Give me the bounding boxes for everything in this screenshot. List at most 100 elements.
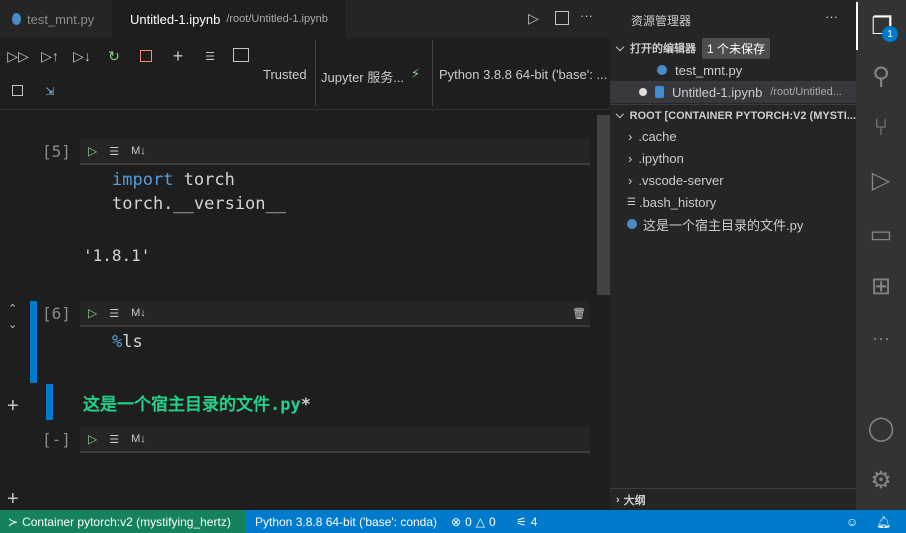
search-icon[interactable]: ⚲ <box>856 52 906 100</box>
move-down-icon[interactable]: ⌄ <box>8 318 17 331</box>
explorer-badge: 1 <box>882 26 898 42</box>
chevron-right-icon: › <box>628 150 633 166</box>
run-by-line-icon[interactable]: ☰ <box>109 433 119 446</box>
code-line[interactable]: torch.__version__ <box>112 194 286 214</box>
account-icon[interactable]: ◯ <box>856 404 906 452</box>
item-label: Untitled-1.ipynb <box>672 84 763 100</box>
cell-toolbar: ▷ ☰ M↓ 🗑 <box>80 301 590 327</box>
unsaved-dot-icon[interactable] <box>639 88 647 96</box>
python-file-icon <box>657 65 667 75</box>
split-editor-icon[interactable] <box>555 11 569 25</box>
run-all-icon[interactable]: ▷▷ <box>7 47 29 65</box>
tab-untitled-ipynb[interactable]: Untitled-1.ipynb /root/Untitled-1.ipynb <box>112 0 345 38</box>
tab-label: test_mnt.py <box>27 11 95 27</box>
open-editor-item[interactable]: Untitled-1.ipynb /root/Untitled... <box>610 81 856 103</box>
run-cell-icon[interactable]: ▷ <box>88 144 97 158</box>
execution-count: [6] <box>42 304 71 323</box>
item-path: /root/Untitled... <box>770 86 842 98</box>
tree-item[interactable]: › .cache <box>610 125 856 147</box>
save-icon[interactable] <box>12 85 23 96</box>
scrollbar[interactable] <box>597 115 610 295</box>
run-by-line-icon[interactable]: ☰ <box>109 145 119 158</box>
problems-indicator[interactable]: ⊗ 0 △ 0 <box>443 510 504 533</box>
markdown-toggle[interactable]: M↓ <box>131 433 146 445</box>
identifier: torch <box>183 170 235 190</box>
clear-outputs-icon[interactable]: ☰ <box>201 47 219 65</box>
more-actions-icon[interactable]: ··· <box>825 9 838 24</box>
output-selection-bar <box>46 384 53 420</box>
tree-item[interactable]: 这是一个宿主目录的文件.py <box>610 213 856 235</box>
run-cell-icon[interactable]: ▷ <box>88 432 97 446</box>
ports-indicator[interactable]: ⚟ 4 <box>508 510 545 533</box>
magic-prefix: % <box>112 332 123 352</box>
error-count: 0 <box>465 514 472 529</box>
open-editors-header[interactable]: ⌵ 打开的编辑器 1 个未保存 <box>610 37 856 59</box>
source-control-icon[interactable]: ⑂ <box>856 104 906 152</box>
python-interpreter[interactable]: Python 3.8.8 64-bit ('base': conda) <box>247 510 445 533</box>
remote-indicator[interactable]: ≻ Container pytorch:v2 (mystifying_hertz) <box>0 510 245 533</box>
tree-item[interactable]: ☰ .bash_history <box>610 191 856 213</box>
output-suffix: * <box>300 395 311 415</box>
execution-count: [5] <box>42 142 71 161</box>
trusted-label[interactable]: Trusted <box>263 67 307 82</box>
remote-label: Container pytorch:v2 (mystifying_hertz) <box>22 514 231 529</box>
text-file-icon: ☰ <box>627 196 636 208</box>
item-label: .bash_history <box>638 194 717 210</box>
extensions-icon[interactable]: ⊞ <box>856 262 906 310</box>
code-line[interactable]: import torch <box>112 170 235 190</box>
cell-output: 这是一个宿主目录的文件.py* <box>83 390 311 415</box>
antenna-icon: ⚟ <box>516 514 527 529</box>
add-cell-icon[interactable]: + <box>169 46 187 66</box>
more-icon[interactable]: ··· <box>856 314 906 362</box>
tab-label: Untitled-1.ipynb <box>130 11 221 27</box>
chevron-right-icon: › <box>616 493 620 506</box>
item-label: .cache <box>638 128 677 144</box>
delete-cell-icon[interactable]: 🗑 <box>572 307 586 320</box>
root-folder-header[interactable]: ⌵ ROOT [CONTAINER PYTORCH:V2 (MYSTI... <box>610 104 856 126</box>
tree-item[interactable]: › .vscode-server <box>610 169 856 191</box>
restart-icon[interactable]: ↻ <box>105 47 123 65</box>
divider <box>315 40 316 106</box>
run-cell-icon[interactable]: ▷ <box>88 306 97 320</box>
open-editor-item[interactable]: test_mnt.py <box>610 59 856 81</box>
error-icon: ⊗ <box>451 514 462 529</box>
variables-icon[interactable] <box>233 48 249 62</box>
chevron-down-icon: ⌵ <box>615 109 624 121</box>
remote-explorer-icon[interactable]: ▭ <box>856 210 906 258</box>
notebook-toolbar: ▷▷ ▷↑ ▷↓ ↻ + ☰ ⇲ Trusted Jupyter 服务... ⚡… <box>0 38 610 110</box>
export-icon[interactable]: ⇲ <box>41 82 59 100</box>
interrupt-icon[interactable] <box>140 50 152 62</box>
run-debug-icon[interactable]: ▷ <box>856 156 906 204</box>
notifications-bell-icon[interactable]: 🔔︎ <box>868 510 899 533</box>
unsaved-badge: 1 个未保存 <box>702 37 771 59</box>
markdown-toggle[interactable]: M↓ <box>131 307 146 319</box>
section-label: ROOT [CONTAINER PYTORCH:V2 (MYSTI... <box>629 109 856 122</box>
run-by-line-icon[interactable]: ☰ <box>109 307 119 320</box>
code-line[interactable]: %ls <box>112 332 143 352</box>
add-cell-icon[interactable]: + <box>7 395 19 418</box>
feedback-icon[interactable]: ☺ <box>838 510 866 533</box>
status-bar: ≻ Container pytorch:v2 (mystifying_hertz)… <box>0 510 906 533</box>
run-above-icon[interactable]: ▷↑ <box>41 47 59 65</box>
add-cell-icon[interactable]: + <box>7 488 19 511</box>
tab-test-mnt[interactable]: test_mnt.py <box>0 0 112 38</box>
outline-header[interactable]: › 大纲 <box>610 488 856 510</box>
chevron-down-icon: ⌵ <box>615 41 625 54</box>
explorer-sidebar: 资源管理器 ··· ⌵ 打开的编辑器 1 个未保存 test_mnt.py Un… <box>610 0 856 510</box>
move-up-icon[interactable]: ⌃ <box>8 302 17 315</box>
explorer-icon[interactable]: ❐ 1 <box>856 2 906 50</box>
item-label: test_mnt.py <box>675 62 743 78</box>
remote-icon: ≻ <box>8 514 19 529</box>
more-actions-icon[interactable]: ··· <box>580 8 593 23</box>
settings-gear-icon[interactable]: ⚙ <box>856 456 906 504</box>
tree-item[interactable]: › .ipython <box>610 147 856 169</box>
item-label: .vscode-server <box>638 172 724 188</box>
kernel-picker[interactable]: Python 3.8.8 64-bit ('base': ... <box>439 67 607 82</box>
markdown-toggle[interactable]: M↓ <box>131 145 146 157</box>
run-icon[interactable]: ▷ <box>528 10 539 27</box>
section-label: 打开的编辑器 <box>630 43 696 55</box>
run-below-icon[interactable]: ▷↓ <box>73 47 91 65</box>
jupyter-server-status[interactable]: Jupyter 服务... <box>321 67 404 86</box>
execution-count: [-] <box>42 430 71 449</box>
chevron-right-icon: › <box>628 128 633 144</box>
